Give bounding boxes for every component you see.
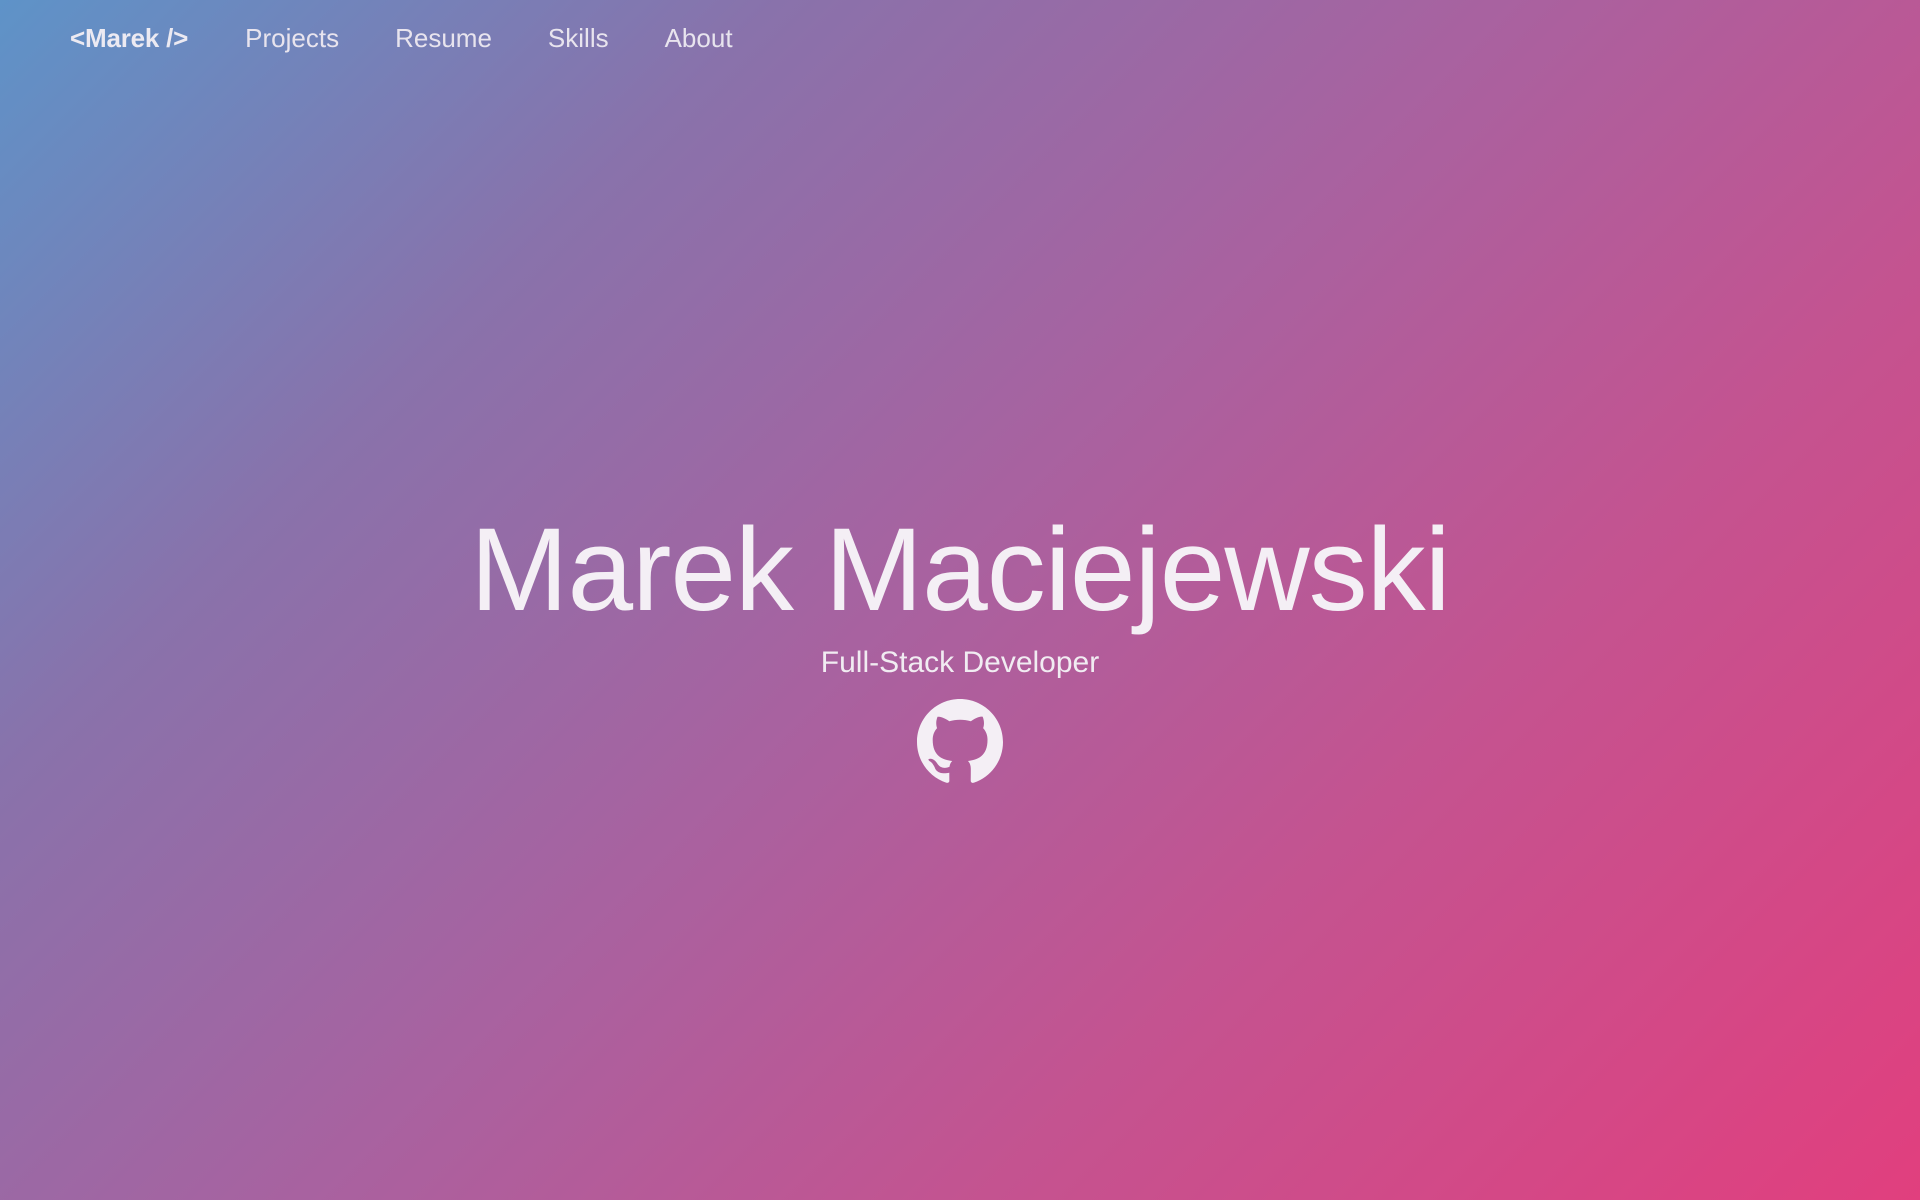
nav-link-skills[interactable]: Skills bbox=[548, 23, 609, 54]
hero-section: Marek Maciejewski Full-Stack Developer bbox=[0, 505, 1920, 790]
github-icon bbox=[917, 699, 1003, 783]
github-link[interactable] bbox=[917, 699, 1003, 785]
top-navigation: <Marek /> Projects Resume Skills About bbox=[70, 18, 789, 58]
hero-subtitle: Full-Stack Developer bbox=[820, 646, 1100, 679]
brand-logo-link[interactable]: <Marek /> bbox=[70, 23, 188, 54]
nav-link-resume[interactable]: Resume bbox=[395, 23, 492, 54]
nav-link-projects[interactable]: Projects bbox=[245, 23, 339, 54]
nav-link-about[interactable]: About bbox=[665, 23, 733, 54]
hero-name: Marek Maciejewski bbox=[470, 504, 1451, 636]
